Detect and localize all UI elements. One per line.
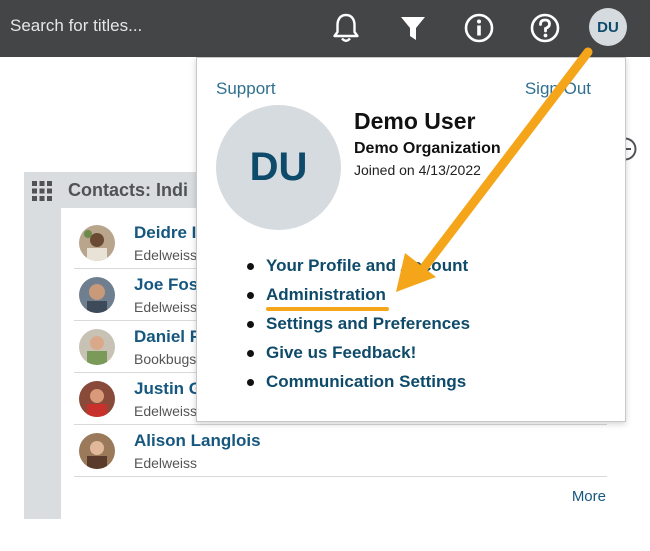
contact-org: Edelweiss <box>134 455 198 471</box>
menu-item-communication[interactable]: Communication Settings <box>247 371 470 400</box>
avatar <box>79 277 115 313</box>
menu-item-feedback[interactable]: Give us Feedback! <box>247 342 470 371</box>
panel-title: Contacts: Indi <box>68 180 188 200</box>
user-avatar-button[interactable]: DU <box>589 8 627 46</box>
highlight-underline <box>266 307 389 311</box>
grid-icon[interactable] <box>32 181 52 206</box>
contact-org: Edelweiss <box>134 247 198 263</box>
help-icon[interactable] <box>527 10 563 46</box>
contact-name[interactable]: Joe Fost <box>134 275 204 295</box>
contact-org: Bookbugs <box>134 351 197 367</box>
contact-name[interactable]: Daniel F <box>134 327 200 347</box>
menu-item-settings[interactable]: Settings and Preferences <box>247 313 470 342</box>
contact-name[interactable]: Deidre I <box>134 223 196 243</box>
profile-avatar: DU <box>216 105 341 230</box>
search-input[interactable]: Search for titles... <box>10 16 142 36</box>
list-item[interactable]: Alison Langlois Edelweiss <box>74 425 607 477</box>
avatar <box>79 329 115 365</box>
contact-name[interactable]: Alison Langlois <box>134 431 261 451</box>
joined-date: Joined on 4/13/2022 <box>354 162 481 178</box>
user-menu-list: Your Profile and Account Administration … <box>247 255 470 400</box>
info-icon[interactable] <box>461 10 497 46</box>
support-link[interactable]: Support <box>216 79 276 99</box>
sign-out-link[interactable]: Sign Out <box>525 79 591 99</box>
user-organization: Demo Organization <box>354 140 501 157</box>
menu-item-profile[interactable]: Your Profile and Account <box>247 255 470 284</box>
filter-icon[interactable] <box>395 10 431 46</box>
avatar <box>79 433 115 469</box>
user-name: Demo User <box>354 108 476 134</box>
avatar <box>79 225 115 261</box>
contact-org: Edelweiss <box>134 403 198 419</box>
top-bar: Search for titles... DU <box>0 0 650 57</box>
avatar <box>79 381 115 417</box>
bell-icon[interactable] <box>328 10 364 46</box>
contact-org: Edelweiss <box>134 299 198 315</box>
user-menu-dropdown: Support Sign Out DU Demo User Demo Organ… <box>196 57 626 422</box>
more-link[interactable]: More <box>572 488 606 505</box>
contact-name[interactable]: Justin G <box>134 379 202 399</box>
